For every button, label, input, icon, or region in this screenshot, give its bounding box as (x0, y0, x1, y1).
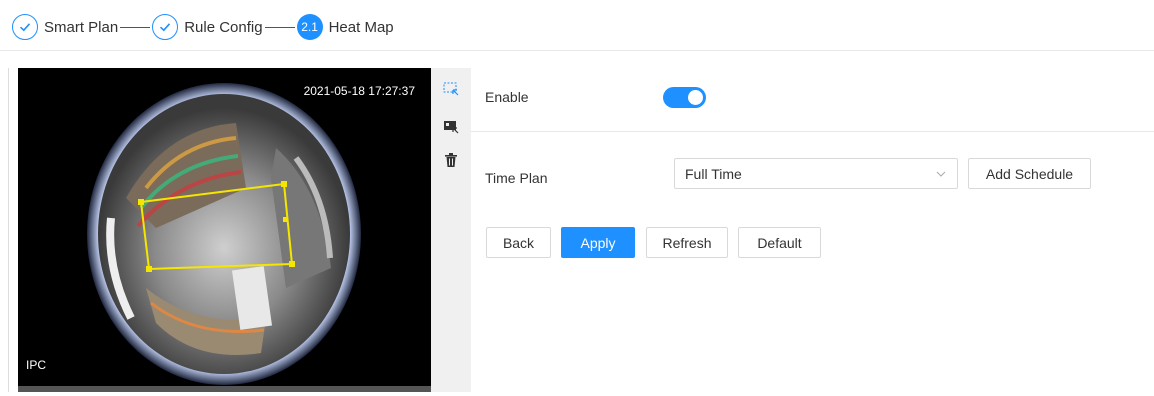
add-schedule-button[interactable]: Add Schedule (968, 158, 1091, 189)
drawing-toolbar (431, 68, 471, 392)
panel-edge (8, 68, 9, 392)
default-button[interactable]: Default (738, 227, 821, 258)
enable-toggle[interactable] (663, 87, 706, 108)
video-timestamp: 2021-05-18 17:27:37 (303, 84, 415, 98)
time-plan-select[interactable]: Full Time (674, 158, 958, 189)
form-divider (471, 131, 1154, 132)
apply-button[interactable]: Apply (561, 227, 635, 258)
step-rule-config[interactable]: Rule Config (184, 19, 262, 36)
enable-label: Enable (485, 89, 529, 105)
draw-region-icon[interactable] (442, 118, 460, 136)
time-plan-label: Time Plan (485, 170, 548, 186)
toggle-knob (688, 90, 703, 105)
delete-icon[interactable] (442, 151, 460, 169)
refresh-button[interactable]: Refresh (646, 227, 728, 258)
step-connector (120, 26, 151, 28)
step-connector (264, 26, 295, 28)
video-preview[interactable]: 2021-05-18 17:27:37 IPC (18, 68, 431, 392)
header-divider (0, 50, 1154, 51)
step-heat-map-number: 2.1 (296, 14, 323, 40)
time-plan-value: Full Time (685, 165, 742, 182)
step-smart-plan[interactable]: Smart Plan (44, 19, 118, 36)
step-heat-map: Heat Map (328, 18, 394, 36)
back-button[interactable]: Back (486, 227, 551, 258)
video-bottom-strip (18, 386, 431, 392)
step-smart-plan-check-icon (12, 14, 38, 40)
draw-rule-icon[interactable] (442, 80, 460, 98)
step-rule-config-check-icon (152, 14, 179, 40)
chevron-down-icon (936, 171, 946, 177)
channel-label: IPC (26, 358, 47, 372)
fisheye-image (87, 83, 361, 385)
step-progress: Smart Plan Rule Config 2.1 Heat Map (12, 13, 394, 41)
